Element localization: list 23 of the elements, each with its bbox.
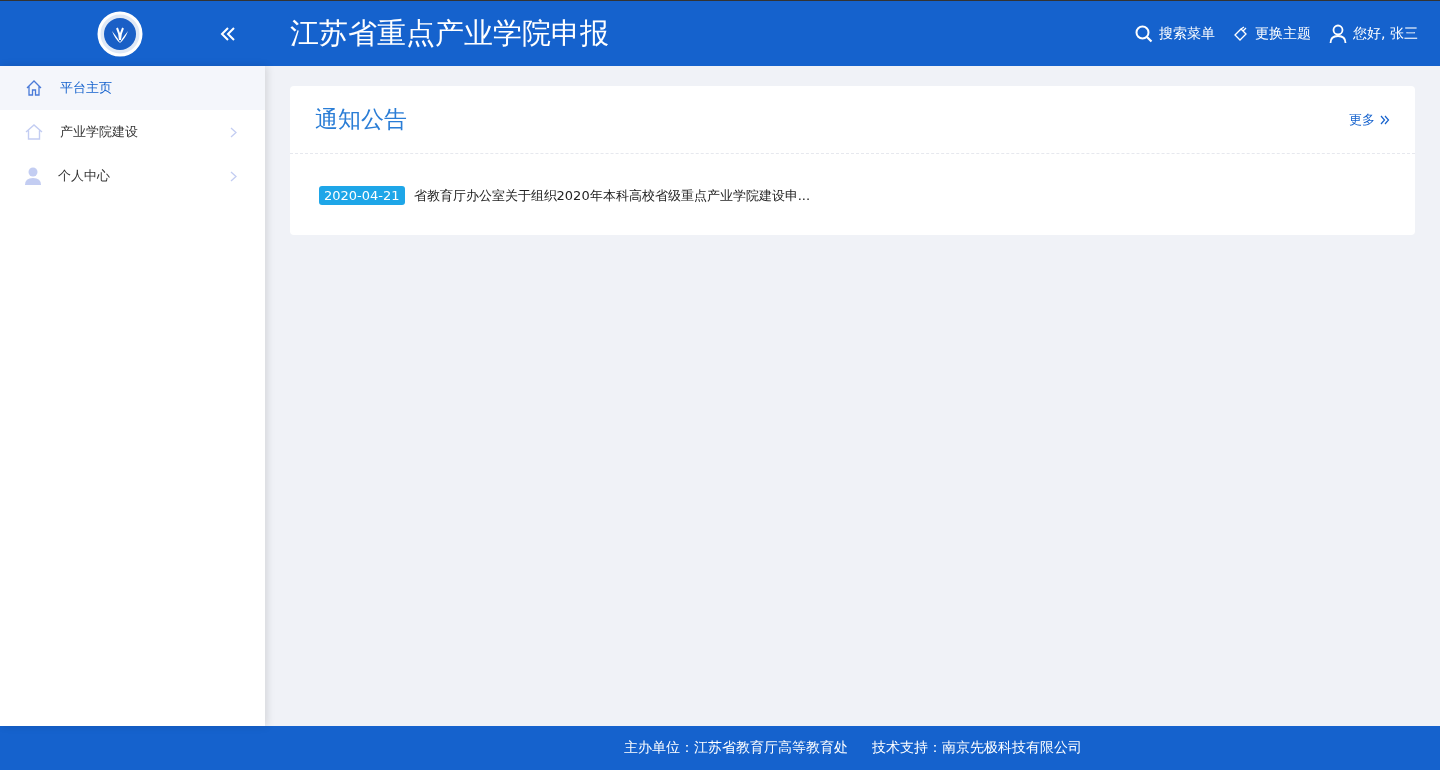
footer-text: 主办单位：江苏省教育厅高等教育处: [623, 739, 848, 757]
date-badge: 2020-04-21: [319, 186, 405, 205]
user-icon: [1329, 23, 1348, 44]
chevron-right-icon: [230, 126, 237, 138]
house-icon: [25, 124, 43, 140]
menu-item[interactable]: 产业学院建设: [0, 110, 265, 154]
search-icon: [1135, 24, 1154, 43]
menu-item[interactable]: 平台主页: [0, 66, 265, 110]
notice-link[interactable]: 省教育厅办公室关于组织2020年本科高校省级重点产业学院建设申...: [413, 186, 811, 205]
double-chevron-icon: [1380, 114, 1390, 125]
menu-item[interactable]: 个人中心: [0, 154, 265, 198]
header-link[interactable]: 您好, 张三: [1329, 23, 1418, 44]
app-title: 江苏省重点产业学院申报: [290, 14, 610, 52]
footer-text: 技术支持：南京先极科技有限公司: [871, 739, 1082, 757]
card-title: 通知公告: [315, 105, 407, 134]
logo-icon: [97, 10, 143, 57]
header-link[interactable]: 搜索菜单: [1135, 23, 1216, 44]
header-link[interactable]: 更换主题: [1233, 23, 1312, 44]
person-icon: [25, 167, 41, 185]
chevron-right-icon: [230, 170, 237, 182]
home-icon: [25, 79, 43, 97]
collapse-icon[interactable]: [219, 25, 237, 42]
more-link[interactable]: 更多: [1349, 110, 1390, 129]
